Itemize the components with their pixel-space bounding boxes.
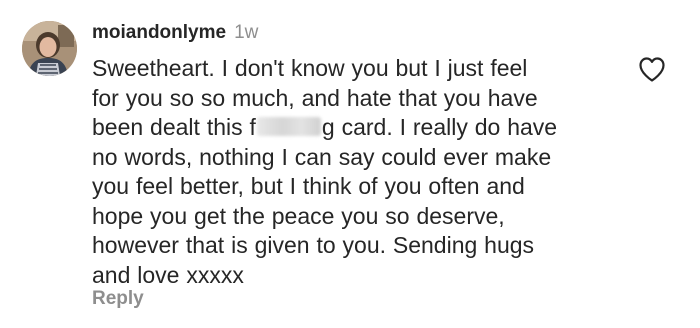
reply-button[interactable]: Reply: [92, 288, 144, 310]
avatar-photo: [22, 21, 77, 76]
comment-meta: moiandonlyme 1w: [92, 22, 612, 46]
comment-timestamp: 1w: [234, 22, 259, 43]
comment-text: Sweetheart. I don't know you but I just …: [92, 54, 612, 290]
comment-body: moiandonlyme 1w Sweetheart. I don't know…: [92, 22, 612, 290]
redaction-blur: [256, 117, 321, 136]
comment-text-part-2: g card. I really do have no words, nothi…: [92, 114, 558, 288]
avatar[interactable]: [22, 21, 77, 76]
comment-username[interactable]: moiandonlyme: [92, 22, 226, 44]
heart-icon: [639, 57, 665, 82]
comment-item: moiandonlyme 1w Sweetheart. I don't know…: [0, 0, 700, 328]
like-button[interactable]: [638, 56, 666, 82]
